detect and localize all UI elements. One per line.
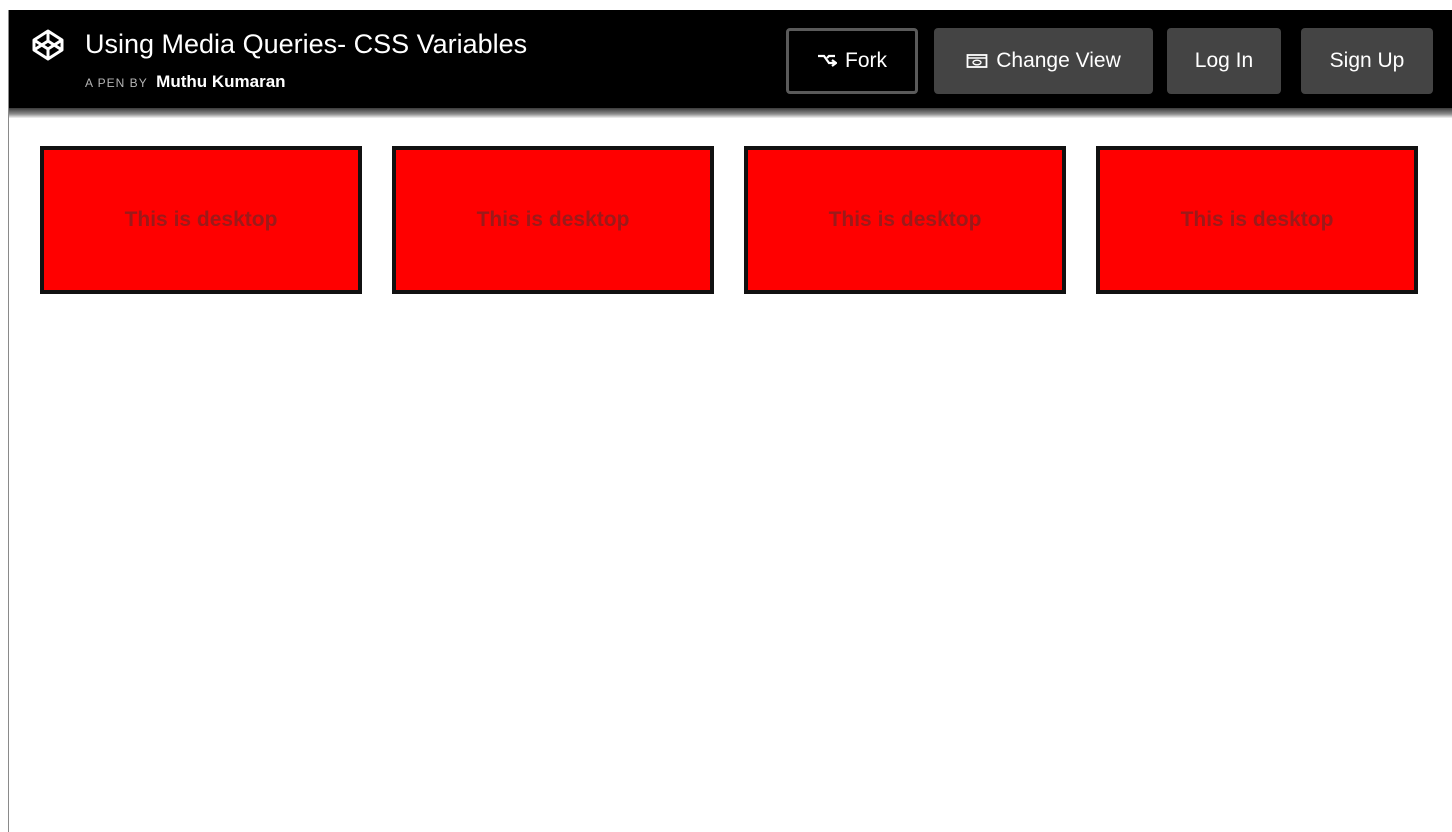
card-label: This is desktop bbox=[476, 208, 630, 231]
desktop-card: This is desktop bbox=[40, 146, 362, 294]
pen-byline: A PEN BY Muthu Kumaran bbox=[85, 70, 286, 95]
byline-prefix: A PEN BY bbox=[85, 76, 148, 90]
log-in-button[interactable]: Log In bbox=[1167, 28, 1281, 94]
desktop-card: This is desktop bbox=[392, 146, 714, 294]
card-label: This is desktop bbox=[124, 208, 278, 231]
sign-up-label: Sign Up bbox=[1329, 49, 1405, 72]
author-link[interactable]: Muthu Kumaran bbox=[156, 72, 285, 91]
desktop-card: This is desktop bbox=[744, 146, 1066, 294]
header-shadow bbox=[9, 108, 1452, 118]
log-in-label: Log In bbox=[1194, 49, 1254, 72]
left-border bbox=[8, 10, 9, 832]
view-icon bbox=[966, 54, 988, 68]
fork-label: Fork bbox=[845, 49, 887, 72]
sign-up-button[interactable]: Sign Up bbox=[1301, 28, 1433, 94]
pen-title[interactable]: Using Media Queries- CSS Variables bbox=[85, 28, 527, 60]
card-label: This is desktop bbox=[828, 208, 982, 231]
change-view-button[interactable]: Change View bbox=[934, 28, 1153, 94]
header-bar: Using Media Queries- CSS Variables A PEN… bbox=[9, 10, 1452, 108]
top-strip bbox=[0, 0, 1452, 10]
page-frame: Using Media Queries- CSS Variables A PEN… bbox=[0, 0, 1452, 832]
codepen-cube-icon[interactable] bbox=[31, 28, 65, 62]
fork-icon bbox=[818, 54, 837, 67]
desktop-card: This is desktop bbox=[1096, 146, 1418, 294]
change-view-label: Change View bbox=[996, 49, 1121, 72]
card-label: This is desktop bbox=[1180, 208, 1334, 231]
fork-button[interactable]: Fork bbox=[786, 28, 918, 94]
